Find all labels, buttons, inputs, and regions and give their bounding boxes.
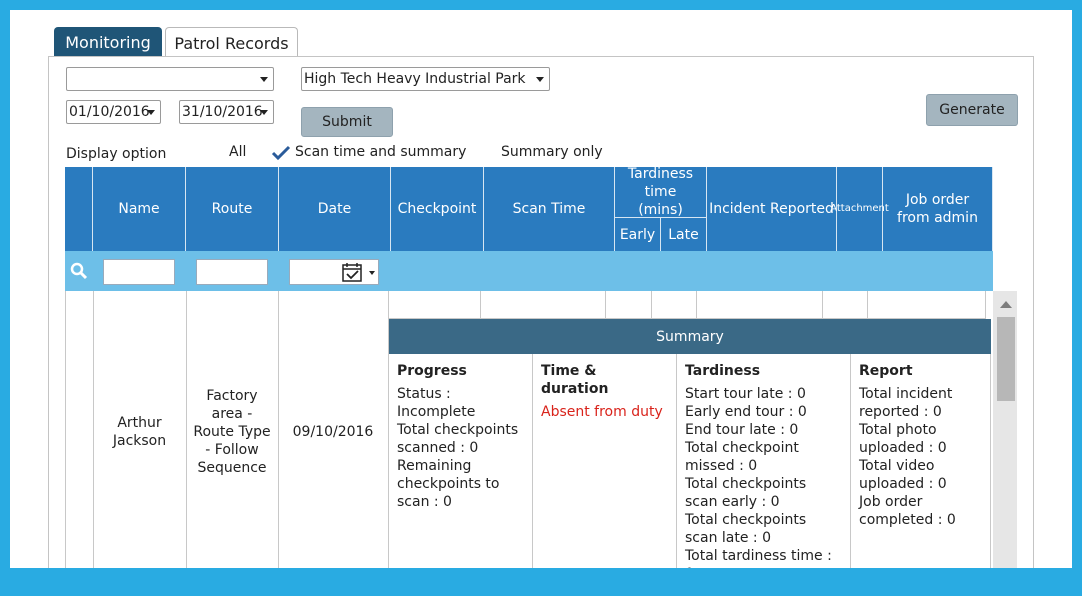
chevron-down-icon [260,77,268,82]
progress-line: Remaining checkpoints to scan : 0 [397,458,500,510]
time-title: Time & duration [541,363,609,397]
route-filter-input[interactable] [196,259,268,285]
tardiness-line: Early end tour : 0 [685,404,807,420]
cell-route: Factory area - Route Type - Follow Seque… [193,388,271,476]
summary-progress: Progress Status : Incomplete Total check… [389,354,533,568]
tardiness-title: Tardiness [685,363,761,379]
tardiness-line: Total checkpoints scan late : 0 [685,512,807,546]
header-scan-time[interactable]: Scan Time [484,167,615,251]
vertical-scrollbar[interactable] [993,291,1017,568]
absent-status: Absent from duty [541,404,663,420]
chevron-down-icon [536,77,544,82]
tardiness-line: Total tardiness time : 0 [685,548,832,568]
header-spacer [65,167,93,251]
progress-title: Progress [397,363,467,379]
submit-button[interactable]: Submit [301,107,393,137]
tardiness-line: Total checkpoint missed : 0 [685,440,799,474]
header-attachment[interactable]: Attachment [830,167,889,251]
tardiness-line: End tour late : 0 [685,422,799,438]
patrol-records-panel: High Tech Heavy Industrial Park 01/10/20… [48,56,1034,568]
tardiness-line: Start tour late : 0 [685,386,806,402]
row-border-left [65,291,66,568]
header-job-order[interactable]: Job order from admin [883,167,993,251]
table-body: Arthur Jackson Factory area - Route Type… [65,291,1017,568]
summary-header: Summary [389,319,991,354]
header-checkpoint[interactable]: Checkpoint [391,167,484,251]
site-select-value: High Tech Heavy Industrial Park [304,71,526,87]
display-option-all[interactable]: All [229,144,246,160]
column-divider [186,291,187,568]
header-route[interactable]: Route [186,167,279,251]
progress-line: Total checkpoints scanned : 0 [397,422,519,456]
summary-tardiness: Tardiness Start tour late : 0 Early end … [677,354,851,568]
empty-cell [389,291,481,319]
date-from-select[interactable]: 01/10/2016 [66,100,161,124]
guard-select[interactable] [66,67,274,91]
chevron-down-icon [369,271,375,275]
header-early[interactable]: Early [615,218,661,251]
empty-cell [697,291,823,319]
header-name[interactable]: Name [93,167,186,251]
scroll-thumb[interactable] [997,317,1015,401]
report-line: Job order completed : 0 [859,494,956,528]
report-title: Report [859,363,913,379]
empty-cell [868,291,986,319]
header-incident[interactable]: Incident Reported [707,167,837,251]
header-tardiness: Tardiness time (mins) [615,166,707,218]
date-to-select[interactable]: 31/10/2016 [179,100,274,124]
empty-cell [606,291,652,319]
report-line: Total incident reported : 0 [859,386,953,420]
display-option-scan-summary[interactable]: Scan time and summary [295,144,466,160]
empty-cell [652,291,697,319]
search-icon[interactable] [70,262,88,280]
summary-time: Time & duration Absent from duty [533,354,677,568]
chevron-down-icon [147,110,155,115]
checkmark-icon [271,145,291,161]
date-filter-input[interactable] [289,259,379,285]
cell-date: 09/10/2016 [292,424,374,440]
tab-patrol-records[interactable]: Patrol Records [165,27,298,58]
site-select[interactable]: High Tech Heavy Industrial Park [301,67,550,91]
header-date[interactable]: Date [279,167,391,251]
app-frame: Monitoring Patrol Records High Tech Heav… [10,10,1072,568]
scroll-up-icon[interactable] [1000,301,1012,308]
empty-cell [823,291,868,319]
report-line: Total video uploaded : 0 [859,458,947,492]
date-to-value: 31/10/2016 [182,104,263,120]
table-header: Name Route Date Checkpoint Scan Time Tar… [65,166,993,251]
tardiness-line: Total checkpoints scan early : 0 [685,476,807,510]
chevron-down-icon [260,110,268,115]
calendar-icon[interactable] [342,262,364,282]
cell-name: Arthur Jackson [112,415,167,449]
empty-cell [481,291,606,319]
summary-report: Report Total incident reported : 0 Total… [851,354,991,568]
progress-line: Status : Incomplete [397,386,476,420]
header-late[interactable]: Late [661,218,707,251]
date-from-value: 01/10/2016 [69,104,150,120]
tab-monitoring[interactable]: Monitoring [54,27,162,57]
display-option-summary-only[interactable]: Summary only [501,144,603,160]
display-option-label: Display option [66,146,167,162]
generate-button[interactable]: Generate [926,94,1018,126]
filter-row [65,251,993,291]
name-filter-input[interactable] [103,259,175,285]
report-line: Total photo uploaded : 0 [859,422,947,456]
